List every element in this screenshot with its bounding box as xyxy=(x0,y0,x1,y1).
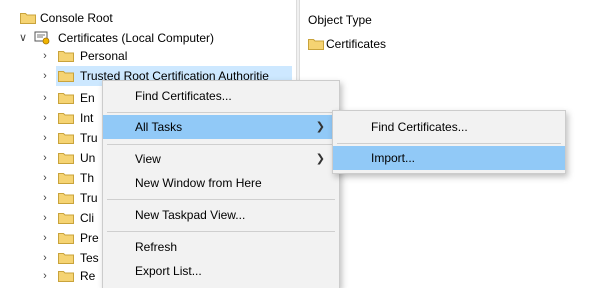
tree-node-label: Tru xyxy=(80,191,98,205)
chevron-right-icon[interactable]: › xyxy=(40,46,50,66)
menu-item-refresh[interactable]: Refresh xyxy=(103,235,339,259)
chevron-right-icon[interactable]: › xyxy=(40,108,50,128)
folder-icon xyxy=(20,12,36,24)
chevron-right-icon[interactable]: › xyxy=(40,128,50,148)
folder-icon xyxy=(58,192,74,204)
menu-separator xyxy=(107,231,335,232)
folder-icon xyxy=(58,172,74,184)
tree-node-label: Tes xyxy=(80,251,99,265)
chevron-right-icon[interactable]: › xyxy=(40,228,50,248)
submenu-item-find-certificates[interactable]: Find Certificates... xyxy=(333,115,565,139)
chevron-right-icon: ❯ xyxy=(315,121,325,133)
column-header-object-type[interactable]: Object Type xyxy=(308,10,372,30)
folder-icon xyxy=(58,152,74,164)
tree-node-label: Un xyxy=(80,151,96,165)
chevron-right-icon[interactable]: › xyxy=(40,248,50,268)
folder-icon xyxy=(58,212,74,224)
folder-icon xyxy=(58,132,74,144)
chevron-right-icon[interactable]: › xyxy=(40,188,50,208)
tree-node-certificates-local-computer[interactable]: ∨ Certificates (Local Computer) xyxy=(0,28,296,48)
list-item-label: Certificates xyxy=(326,37,387,51)
tree-node-label: Personal xyxy=(80,49,128,63)
tree-node-label: Console Root xyxy=(40,11,113,25)
menu-item-new-taskpad-view[interactable]: New Taskpad View... xyxy=(103,203,339,227)
chevron-right-icon[interactable]: › xyxy=(40,88,50,108)
chevron-right-icon[interactable]: › xyxy=(40,148,50,168)
menu-item-new-window[interactable]: New Window from Here xyxy=(103,171,339,195)
chevron-down-icon[interactable]: ∨ xyxy=(18,28,28,48)
chevron-right-icon[interactable]: › xyxy=(40,66,50,86)
chevron-right-icon[interactable]: › xyxy=(40,266,50,286)
folder-icon xyxy=(58,270,74,282)
folder-icon xyxy=(58,92,74,104)
folder-icon xyxy=(58,232,74,244)
context-menu: Find Certificates... All Tasks ❯ View ❯ … xyxy=(102,80,340,288)
tree-node-label: Certificates (Local Computer) xyxy=(58,31,215,45)
chevron-right-icon: ❯ xyxy=(315,153,325,165)
folder-icon xyxy=(58,112,74,124)
menu-item-find-certificates[interactable]: Find Certificates... xyxy=(103,84,339,108)
tree-node-label: Tru xyxy=(80,131,98,145)
menu-separator xyxy=(337,143,561,144)
folder-icon xyxy=(58,70,74,82)
menu-item-export-list[interactable]: Export List... xyxy=(103,259,339,283)
tree-node-label: Re xyxy=(80,269,96,283)
tree-node-console-root[interactable]: Console Root xyxy=(0,8,296,28)
menu-item-all-tasks[interactable]: All Tasks ❯ xyxy=(103,115,339,139)
folder-icon xyxy=(58,50,74,62)
tree-node-label: Int xyxy=(80,111,94,125)
all-tasks-submenu: Find Certificates... Import... xyxy=(332,110,566,174)
certificates-snapin-icon xyxy=(34,31,52,45)
menu-item-view[interactable]: View ❯ xyxy=(103,147,339,171)
tree-node-label: Pre xyxy=(80,231,99,245)
tree-node-personal[interactable]: › Personal xyxy=(0,46,296,66)
tree-node-label: Th xyxy=(80,171,95,185)
menu-separator xyxy=(107,199,335,200)
menu-separator xyxy=(107,144,335,145)
chevron-right-icon[interactable]: › xyxy=(40,168,50,188)
chevron-right-icon[interactable]: › xyxy=(40,208,50,228)
menu-separator xyxy=(107,112,335,113)
folder-icon xyxy=(308,38,324,50)
tree-node-label: En xyxy=(80,91,95,105)
submenu-item-import[interactable]: Import... xyxy=(333,146,565,170)
tree-node-label: Cli xyxy=(80,211,94,225)
folder-icon xyxy=(58,252,74,264)
